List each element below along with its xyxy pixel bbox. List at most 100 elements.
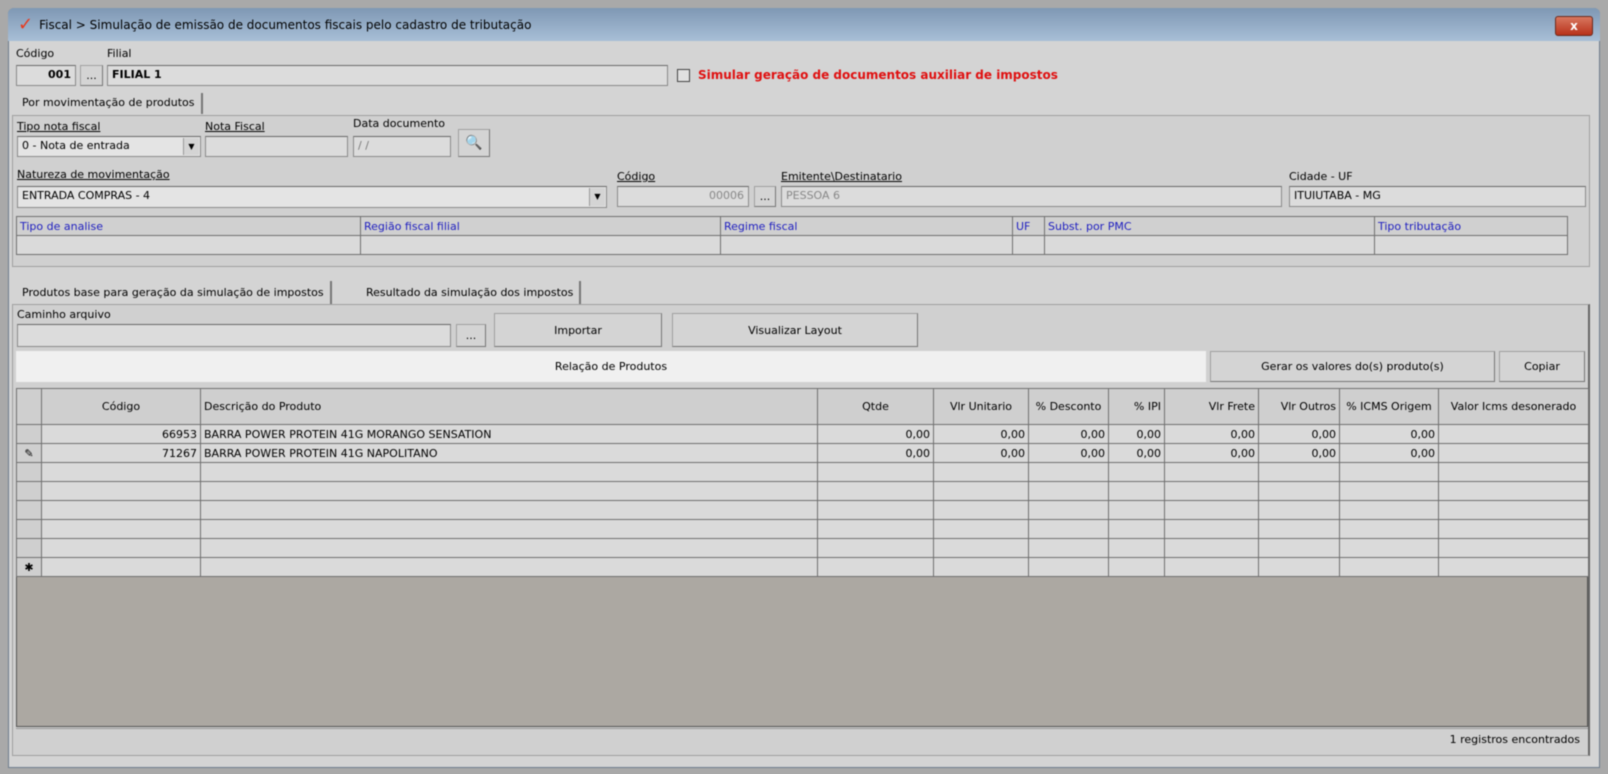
- cidade-input[interactable]: ITUIUTABA - MG: [1289, 186, 1586, 207]
- table-cell[interactable]: [933, 481, 1029, 501]
- table-cell[interactable]: [200, 481, 818, 501]
- table-cell[interactable]: [1258, 481, 1340, 501]
- table-cell[interactable]: [933, 557, 1029, 577]
- table-cell[interactable]: [200, 519, 818, 539]
- table-cell[interactable]: [1108, 500, 1165, 520]
- table-cell[interactable]: 0,00: [817, 443, 934, 463]
- table-cell[interactable]: [1339, 481, 1439, 501]
- table-row[interactable]: [16, 462, 1589, 482]
- table-cell[interactable]: [1438, 557, 1589, 577]
- cell[interactable]: [720, 235, 1013, 255]
- chevron-down-icon[interactable]: ▼: [589, 188, 605, 206]
- table-cell[interactable]: [200, 538, 818, 558]
- table-row[interactable]: [16, 519, 1589, 539]
- table-cell[interactable]: [1438, 424, 1589, 444]
- table-cell[interactable]: [1438, 481, 1589, 501]
- col-vlr-frete[interactable]: Vlr Frete: [1164, 388, 1259, 425]
- row-indicator[interactable]: [16, 519, 42, 539]
- edit-row-icon[interactable]: ✎: [16, 443, 42, 463]
- search-button[interactable]: 🔍: [458, 129, 490, 157]
- table-cell[interactable]: 0,00: [933, 424, 1029, 444]
- table-cell[interactable]: 0,00: [1339, 443, 1439, 463]
- table-cell[interactable]: 0,00: [817, 424, 934, 444]
- table-cell[interactable]: [933, 462, 1029, 482]
- emitente-lookup-button[interactable]: ...: [754, 186, 776, 207]
- table-cell[interactable]: [1258, 500, 1340, 520]
- table-cell[interactable]: [1108, 481, 1165, 501]
- table-cell[interactable]: [1438, 462, 1589, 482]
- col-ipi[interactable]: % IPI: [1108, 388, 1165, 425]
- table-cell[interactable]: 71267: [41, 443, 201, 463]
- table-cell[interactable]: [1339, 557, 1439, 577]
- cell[interactable]: [360, 235, 721, 255]
- table-cell[interactable]: 0,00: [1028, 424, 1109, 444]
- table-cell[interactable]: [933, 500, 1029, 520]
- table-row[interactable]: 66953 BARRA POWER PROTEIN 41G MORANGO SEN…: [16, 424, 1589, 444]
- table-cell[interactable]: 0,00: [1108, 443, 1165, 463]
- table-cell[interactable]: [1438, 519, 1589, 539]
- col-vlr-outros[interactable]: Vlr Outros: [1258, 388, 1340, 425]
- importar-button[interactable]: Importar: [494, 313, 662, 347]
- tab-por-movimentacao[interactable]: Por movimentação de produtos: [16, 93, 203, 114]
- table-cell[interactable]: [1164, 462, 1259, 482]
- close-button[interactable]: x: [1555, 16, 1593, 36]
- table-cell[interactable]: [1258, 519, 1340, 539]
- data-documento-input[interactable]: / /: [353, 136, 451, 157]
- row-indicator[interactable]: [16, 538, 42, 558]
- cell[interactable]: [16, 235, 361, 255]
- emitente-input[interactable]: PESSOA 6: [781, 186, 1282, 207]
- row-indicator[interactable]: [16, 500, 42, 520]
- table-cell[interactable]: [817, 538, 934, 558]
- table-cell[interactable]: [1028, 519, 1109, 539]
- col-vlr-unitario[interactable]: Vlr Unitario: [933, 388, 1029, 425]
- filial-input[interactable]: FILIAL 1: [107, 65, 668, 86]
- copiar-button[interactable]: Copiar: [1499, 351, 1585, 382]
- table-cell[interactable]: [1258, 557, 1340, 577]
- table-cell[interactable]: [1164, 500, 1259, 520]
- table-cell[interactable]: [1028, 500, 1109, 520]
- table-cell[interactable]: 0,00: [1028, 443, 1109, 463]
- table-cell[interactable]: [817, 462, 934, 482]
- new-row-icon[interactable]: ✱: [16, 557, 42, 577]
- table-cell[interactable]: [1164, 538, 1259, 558]
- table-cell[interactable]: [41, 557, 201, 577]
- col-regime-fiscal[interactable]: Regime fiscal: [720, 216, 1013, 236]
- col-tipo-tributacao[interactable]: Tipo tributação: [1374, 216, 1568, 236]
- table-cell[interactable]: [1164, 519, 1259, 539]
- table-cell[interactable]: [1108, 519, 1165, 539]
- table-cell[interactable]: 66953: [41, 424, 201, 444]
- table-cell[interactable]: [1339, 538, 1439, 558]
- table-cell[interactable]: 0,00: [933, 443, 1029, 463]
- col-codigo[interactable]: Código: [41, 388, 201, 425]
- table-row[interactable]: ✱: [16, 557, 1589, 577]
- table-cell[interactable]: [200, 557, 818, 577]
- cell[interactable]: [1374, 235, 1568, 255]
- table-cell[interactable]: [1108, 538, 1165, 558]
- table-cell[interactable]: 0,00: [1258, 424, 1340, 444]
- col-qtde[interactable]: Qtde: [817, 388, 934, 425]
- table-cell[interactable]: [1438, 500, 1589, 520]
- table-cell[interactable]: 0,00: [1339, 424, 1439, 444]
- cell[interactable]: [1012, 235, 1045, 255]
- table-cell[interactable]: [200, 500, 818, 520]
- col-descricao[interactable]: Descrição do Produto: [200, 388, 818, 425]
- table-cell[interactable]: [1108, 462, 1165, 482]
- table-row[interactable]: [16, 538, 1589, 558]
- table-cell[interactable]: [817, 557, 934, 577]
- codigo-emitente-input[interactable]: 00006: [617, 186, 749, 207]
- table-cell[interactable]: [933, 519, 1029, 539]
- table-cell[interactable]: [817, 481, 934, 501]
- table-cell[interactable]: [41, 500, 201, 520]
- table-cell[interactable]: [1164, 481, 1259, 501]
- row-indicator[interactable]: [16, 424, 42, 444]
- visualizar-layout-button[interactable]: Visualizar Layout: [672, 313, 918, 347]
- col-desconto[interactable]: % Desconto: [1028, 388, 1109, 425]
- filial-lookup-button[interactable]: ...: [80, 65, 103, 86]
- table-cell[interactable]: [1339, 462, 1439, 482]
- natureza-select[interactable]: ENTRADA COMPRAS - 4 ▼: [17, 186, 607, 208]
- table-cell[interactable]: [1028, 538, 1109, 558]
- simular-checkbox[interactable]: [677, 69, 690, 82]
- table-cell[interactable]: 0,00: [1164, 424, 1259, 444]
- filial-code-input[interactable]: 001: [16, 65, 76, 86]
- cell[interactable]: [1044, 235, 1375, 255]
